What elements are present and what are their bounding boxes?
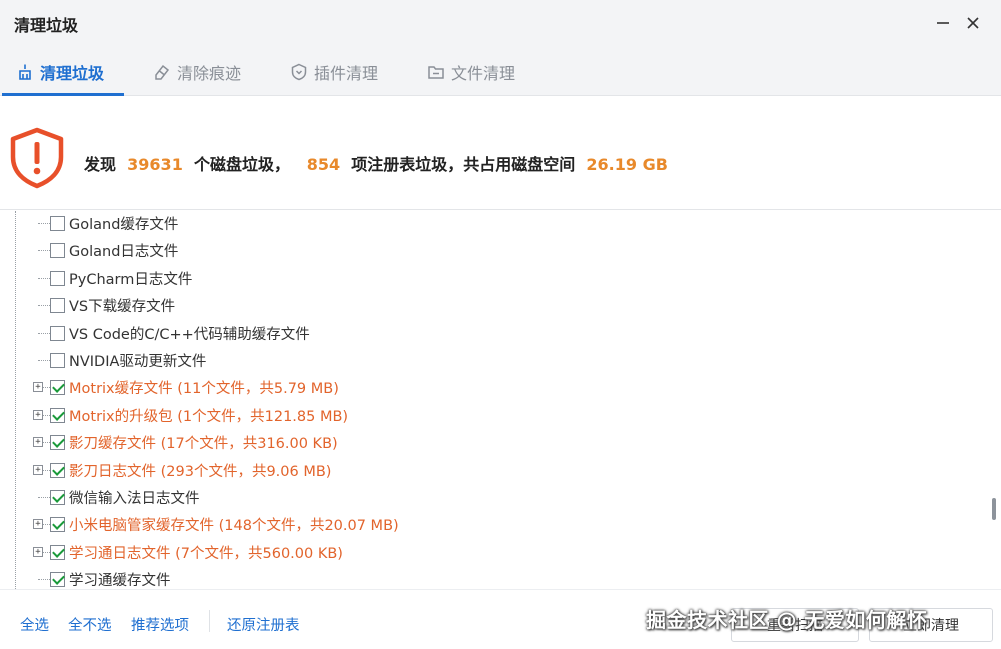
expand-icon[interactable]: + bbox=[33, 546, 43, 557]
item-checkbox[interactable] bbox=[50, 462, 65, 478]
tree-item[interactable]: 微信输入法日志文件 bbox=[30, 484, 930, 511]
title-bar: 清理垃圾 bbox=[0, 0, 1001, 48]
summary-text: 发现 39631 个磁盘垃圾， 854 项注册表垃圾，共占用磁盘空间 26.19… bbox=[84, 151, 668, 175]
broom-icon bbox=[19, 64, 31, 80]
expand-icon[interactable]: + bbox=[33, 382, 43, 393]
item-label: NVIDIA驱动更新文件 bbox=[69, 354, 207, 370]
expand-icon[interactable]: + bbox=[33, 437, 43, 448]
item-label: Goland日志文件 bbox=[69, 244, 179, 261]
item-label: 影刀日志文件 (293个文件，共9.06 MB) bbox=[69, 463, 332, 480]
item-label: 小米电脑管家缓存文件 (148个文件，共20.07 MB) bbox=[69, 518, 399, 535]
tree-item[interactable]: VS Code的C/C++代码辅助缓存文件 bbox=[30, 320, 930, 347]
registry-junk-count: 854 bbox=[306, 155, 341, 174]
tree-connector bbox=[38, 223, 50, 224]
footer-divider bbox=[209, 610, 210, 632]
scrollbar-thumb[interactable] bbox=[992, 498, 996, 520]
expand-icon[interactable]: + bbox=[33, 519, 43, 530]
item-label: Motrix的升级包 (1个文件，共121.85 MB) bbox=[69, 408, 349, 425]
tab-label: 清除痕迹 bbox=[177, 64, 242, 83]
item-checkbox[interactable] bbox=[50, 216, 65, 231]
shield-plugin-icon bbox=[291, 63, 307, 81]
tab-clean-junk[interactable]: 清理垃圾 bbox=[1, 48, 125, 96]
watermark-text: 掘金技术社区 @ 无爱如何解怀 bbox=[646, 608, 928, 632]
tree-guide-line bbox=[15, 211, 16, 589]
item-label: Goland缓存文件 bbox=[69, 217, 179, 233]
tree-item[interactable]: NVIDIA驱动更新文件 bbox=[30, 347, 930, 374]
item-label: VS下载缓存文件 bbox=[69, 299, 176, 316]
tab-label: 插件清理 bbox=[314, 64, 379, 83]
expand-icon[interactable]: + bbox=[33, 409, 43, 420]
item-label: 微信输入法日志文件 bbox=[69, 491, 200, 507]
tree-item[interactable]: + Motrix的升级包 (1个文件，共121.85 MB) bbox=[30, 402, 930, 429]
tree-connector bbox=[38, 579, 50, 581]
scan-summary: 发现 39631 个磁盘垃圾， 854 项注册表垃圾，共占用磁盘空间 26.19… bbox=[0, 97, 1001, 210]
tree-item[interactable]: + 影刀缓存文件 (17个文件，共316.00 KB) bbox=[30, 429, 930, 456]
summary-prefix: 发现 bbox=[84, 155, 117, 174]
item-checkbox[interactable] bbox=[50, 490, 65, 505]
item-label: 学习通缓存文件 bbox=[69, 573, 171, 589]
tree-item[interactable]: Goland缓存文件 bbox=[30, 211, 930, 237]
total-size: 26.19 GB bbox=[586, 155, 668, 174]
item-label: PyCharm日志文件 bbox=[69, 271, 193, 288]
item-label: Motrix缓存文件 (11个文件，共5.79 MB) bbox=[69, 381, 339, 398]
folder-icon bbox=[428, 66, 444, 79]
tab-label: 文件清理 bbox=[451, 64, 516, 83]
junk-tree[interactable]: Goland缓存文件 Goland日志文件 PyCharm日志文件 VS下载缓存文件 V… bbox=[0, 211, 1001, 589]
warning-shield-icon bbox=[10, 127, 64, 189]
close-button[interactable] bbox=[960, 10, 986, 36]
item-checkbox[interactable] bbox=[50, 572, 65, 588]
minimize-button[interactable] bbox=[930, 10, 956, 36]
tree-connector bbox=[38, 250, 50, 252]
tree-item[interactable]: Goland日志文件 bbox=[30, 237, 930, 264]
item-label: 学习通日志文件 (7个文件，共560.00 KB) bbox=[69, 545, 343, 562]
tree-connector bbox=[38, 497, 50, 498]
tree-item[interactable]: VS下载缓存文件 bbox=[30, 292, 930, 319]
tree-connector bbox=[38, 360, 50, 361]
registry-junk-label: 项注册表垃圾，共占用磁盘空间 bbox=[351, 155, 576, 174]
item-checkbox[interactable] bbox=[50, 353, 65, 368]
item-checkbox[interactable] bbox=[50, 298, 65, 314]
item-label: 影刀缓存文件 (17个文件，共316.00 KB) bbox=[69, 436, 338, 453]
eraser-icon bbox=[155, 64, 170, 80]
disk-junk-label: 个磁盘垃圾， bbox=[193, 155, 290, 174]
select-all-link[interactable]: 全选 bbox=[20, 614, 49, 635]
item-checkbox[interactable] bbox=[50, 407, 65, 423]
expand-icon[interactable]: + bbox=[33, 464, 43, 475]
select-none-link[interactable]: 全不选 bbox=[68, 614, 112, 635]
tree-item[interactable]: PyCharm日志文件 bbox=[30, 265, 930, 292]
tree-item[interactable]: + 影刀日志文件 (293个文件，共9.06 MB) bbox=[30, 457, 930, 484]
recommended-options-link[interactable]: 推荐选项 bbox=[131, 614, 189, 635]
tree-connector bbox=[38, 332, 50, 334]
item-checkbox[interactable] bbox=[50, 325, 65, 341]
tab-plugin-clean[interactable]: 插件清理 bbox=[290, 48, 378, 96]
footer-bar: 全选 全不选 推荐选项 还原注册表 重新扫描 立即清理 掘金技术社区 @ 无爱如… bbox=[0, 589, 1001, 649]
tab-label: 清理垃圾 bbox=[40, 64, 105, 83]
item-checkbox[interactable] bbox=[50, 270, 65, 286]
restore-registry-link[interactable]: 还原注册表 bbox=[227, 614, 300, 635]
tree-item[interactable]: + 小米电脑管家缓存文件 (148个文件，共20.07 MB) bbox=[30, 511, 930, 538]
tab-file-clean[interactable]: 文件清理 bbox=[427, 48, 515, 96]
tree-item[interactable]: + 学习通日志文件 (7个文件，共560.00 KB) bbox=[30, 539, 930, 566]
item-checkbox[interactable] bbox=[50, 243, 65, 259]
window-title: 清理垃圾 bbox=[14, 16, 79, 35]
minimize-icon bbox=[937, 22, 949, 24]
tab-bar: 清理垃圾 清除痕迹 插件清理 文件清理 bbox=[0, 48, 1001, 96]
tree-item[interactable]: + Motrix缓存文件 (11个文件，共5.79 MB) bbox=[30, 374, 930, 401]
item-checkbox[interactable] bbox=[50, 517, 65, 533]
item-checkbox[interactable] bbox=[50, 544, 65, 560]
close-icon bbox=[967, 17, 979, 29]
disk-junk-count: 39631 bbox=[127, 155, 183, 174]
tree-item[interactable]: 学习通缓存文件 bbox=[30, 566, 930, 589]
item-label: VS Code的C/C++代码辅助缓存文件 bbox=[69, 326, 310, 343]
tree-connector bbox=[38, 305, 50, 307]
tab-clear-traces[interactable]: 清除痕迹 bbox=[153, 48, 241, 96]
item-checkbox[interactable] bbox=[50, 380, 65, 396]
tree-connector bbox=[38, 277, 50, 279]
item-checkbox[interactable] bbox=[50, 435, 65, 451]
